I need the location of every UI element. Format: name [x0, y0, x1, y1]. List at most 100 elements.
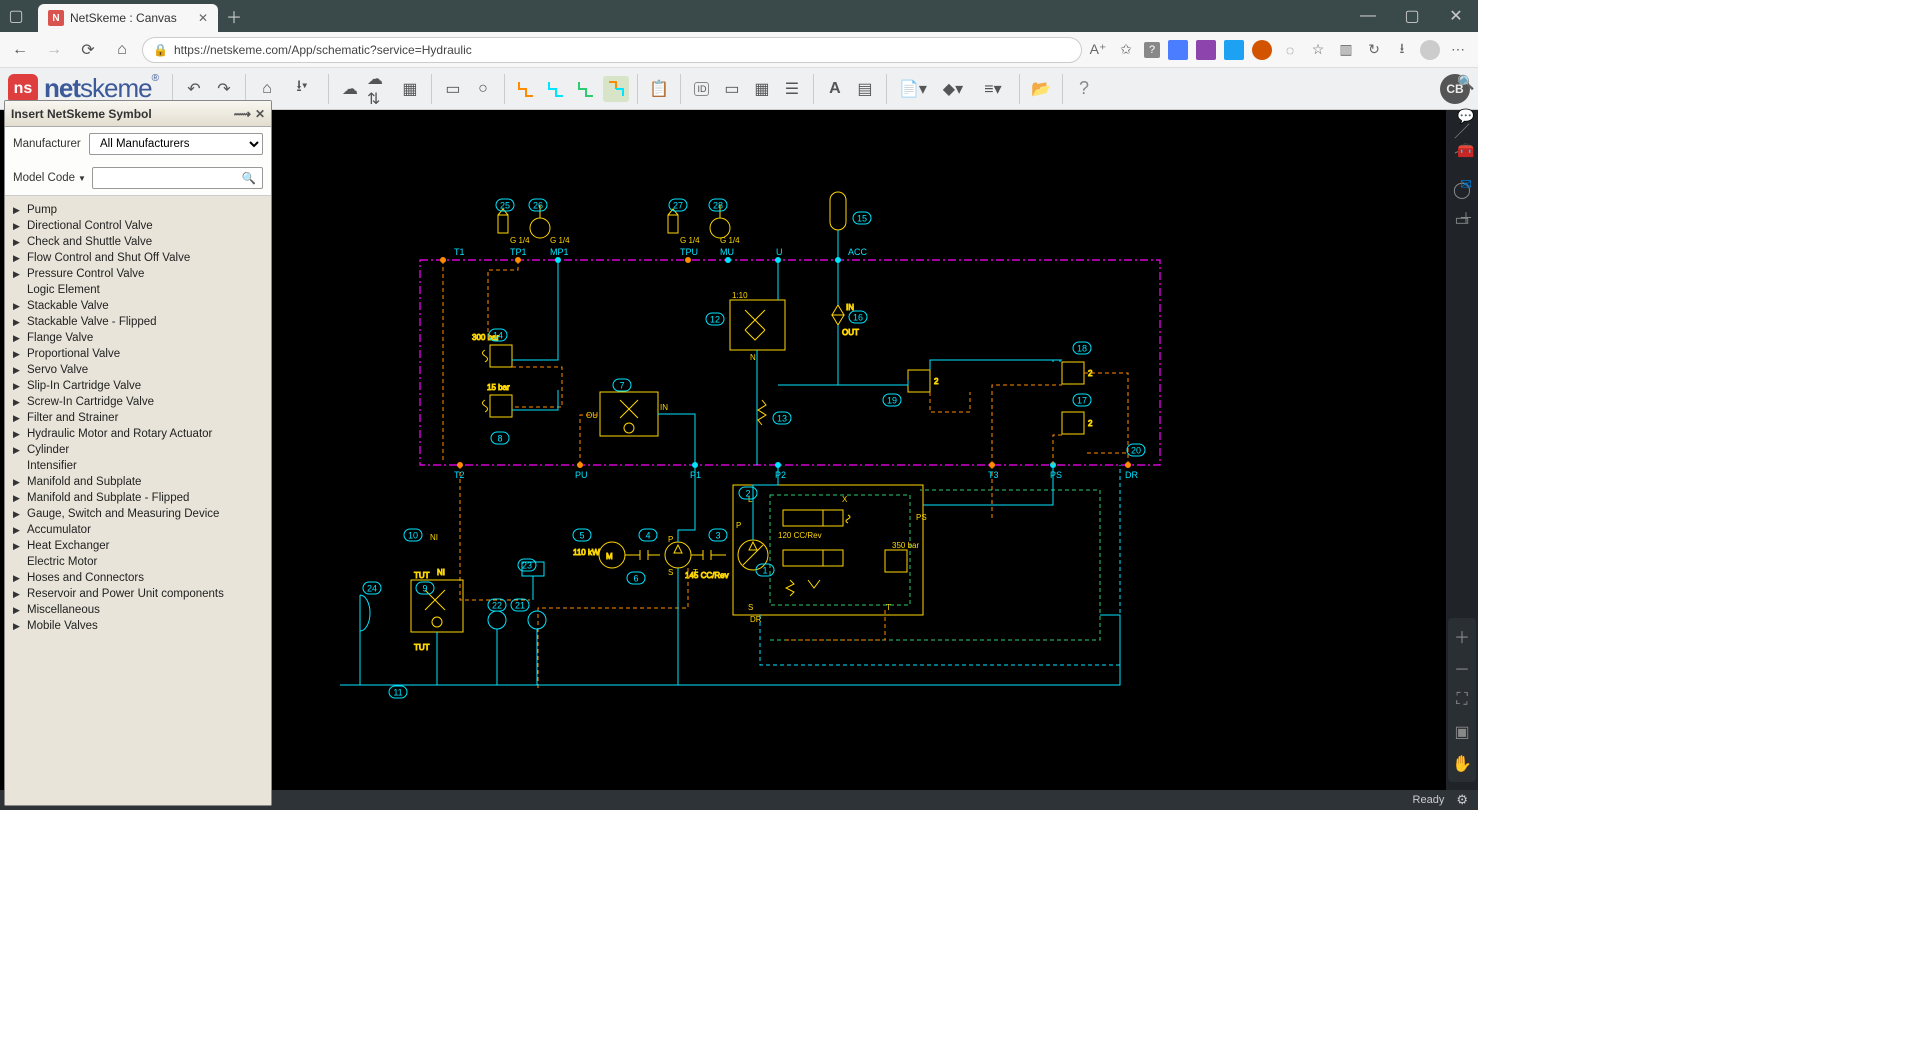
downloads-icon[interactable]: ⭳	[1392, 40, 1412, 60]
folder-open-button[interactable]: 📂	[1028, 76, 1054, 102]
wire-orange-button[interactable]	[513, 76, 539, 102]
manufacturer-select[interactable]: All Manufacturers	[89, 133, 263, 155]
ext-icon-4[interactable]	[1252, 40, 1272, 60]
collections-icon[interactable]: ▥	[1336, 40, 1356, 60]
zoom-window-icon[interactable]: ▣	[1450, 720, 1474, 744]
frame-button[interactable]: ▭	[719, 76, 745, 102]
form-button[interactable]: ☰	[779, 76, 805, 102]
category-item[interactable]: ▶Manifold and Subplate - Flipped	[9, 490, 267, 506]
category-item[interactable]: ▶Screw-In Cartridge Valve	[9, 394, 267, 410]
category-item[interactable]: ▶Slip-In Cartridge Valve	[9, 378, 267, 394]
pan-icon[interactable]: ✋	[1450, 752, 1474, 776]
ext-icon-5[interactable]: ◌	[1280, 40, 1300, 60]
wire-green-button[interactable]	[573, 76, 599, 102]
edge-search-icon[interactable]: 🔍	[1456, 72, 1476, 92]
settings-gear-icon[interactable]: ⚙	[1456, 792, 1468, 808]
favicon: N	[48, 10, 64, 26]
category-item[interactable]: ▶Pump	[9, 202, 267, 218]
wire-cyan-button[interactable]	[543, 76, 569, 102]
category-item[interactable]: ▶Filter and Strainer	[9, 410, 267, 426]
category-item[interactable]: ▶Logic Element	[9, 282, 267, 298]
refresh-button[interactable]: ⟳	[74, 36, 102, 64]
category-item[interactable]: ▶Proportional Valve	[9, 346, 267, 362]
undo-button[interactable]: ↶	[181, 76, 207, 102]
category-item[interactable]: ▶Stackable Valve - Flipped	[9, 314, 267, 330]
select-rect-button[interactable]: ▭	[440, 76, 466, 102]
category-item[interactable]: ▶Hoses and Connectors	[9, 570, 267, 586]
clipboard-button[interactable]: 📋	[646, 76, 672, 102]
close-panel-icon[interactable]: ✕	[255, 107, 265, 121]
category-item[interactable]: ▶Mobile Valves	[9, 618, 267, 634]
cloud-sync-button[interactable]: ☁⇅	[367, 76, 393, 102]
more-menu-icon[interactable]: ⋯	[1448, 40, 1468, 60]
table-button[interactable]: ▦	[749, 76, 775, 102]
category-item[interactable]: ▶Heat Exchanger	[9, 538, 267, 554]
redo-button[interactable]: ↷	[211, 76, 237, 102]
panel-title-bar[interactable]: Insert NetSkeme Symbol ⟿ ✕	[5, 101, 271, 127]
text-button[interactable]: A	[822, 76, 848, 102]
id-tag-button[interactable]: ID	[689, 76, 715, 102]
select-node-button[interactable]: ○	[470, 76, 496, 102]
help-button[interactable]: ?	[1071, 76, 1097, 102]
edge-chat-icon[interactable]: 💬	[1456, 106, 1476, 126]
new-tab-button[interactable]: ＋	[218, 0, 250, 32]
category-item[interactable]: ▶Hydraulic Motor and Rotary Actuator	[9, 426, 267, 442]
category-item[interactable]: ▶Pressure Control Valve	[9, 266, 267, 282]
ext-icon-1[interactable]	[1168, 40, 1188, 60]
back-button[interactable]: ←	[6, 36, 34, 64]
wire-multi-button[interactable]	[603, 76, 629, 102]
category-item[interactable]: ▶Miscellaneous	[9, 602, 267, 618]
tab-actions-button[interactable]: ▢	[0, 0, 32, 32]
category-item[interactable]: ▶Intensifier	[9, 458, 267, 474]
category-item[interactable]: ▶Flange Valve	[9, 330, 267, 346]
edge-outlook-icon[interactable]: ✉	[1456, 174, 1476, 194]
close-tab-icon[interactable]: ✕	[198, 11, 208, 25]
edge-add-icon[interactable]: ＋	[1456, 208, 1476, 228]
favorites-bar-icon[interactable]: ☆	[1308, 40, 1328, 60]
category-item[interactable]: ▶Manifold and Subplate	[9, 474, 267, 490]
category-item[interactable]: ▶Cylinder	[9, 442, 267, 458]
maximize-button[interactable]: ▢	[1390, 0, 1434, 32]
forward-button[interactable]: →	[40, 36, 68, 64]
cloud-save-button[interactable]: ☁	[337, 76, 363, 102]
modelcode-search-input[interactable]: 🔍	[92, 167, 263, 189]
category-item[interactable]: ▶Directional Control Valve	[9, 218, 267, 234]
browser-tab[interactable]: N NetSkeme : Canvas ✕	[38, 4, 218, 32]
category-label: Flange Valve	[27, 332, 93, 344]
category-item[interactable]: ▶Accumulator	[9, 522, 267, 538]
reader-icon[interactable]: A⁺	[1088, 40, 1108, 60]
home-icon-button[interactable]: ⌂	[254, 76, 280, 102]
pin-icon[interactable]: ⟿	[234, 107, 251, 121]
layers-button[interactable]: 📄▾	[895, 76, 931, 102]
url-field[interactable]: 🔒 https://netskeme.com/App/schematic?ser…	[142, 37, 1082, 63]
edge-tools-icon[interactable]: 🧰	[1456, 140, 1476, 160]
linestyle-button[interactable]: ≡▾	[975, 76, 1011, 102]
category-item[interactable]: ▶Servo Valve	[9, 362, 267, 378]
download-button[interactable]: ⭳▾	[284, 76, 320, 102]
minimize-button[interactable]: —	[1346, 0, 1390, 32]
category-item[interactable]: ▶Electric Motor	[9, 554, 267, 570]
zoom-in-icon[interactable]: ＋	[1450, 624, 1474, 648]
ext-icon-3[interactable]	[1224, 40, 1244, 60]
history-icon[interactable]: ↻	[1364, 40, 1384, 60]
category-item[interactable]: ▶Stackable Valve	[9, 298, 267, 314]
ext-icon-2[interactable]	[1196, 40, 1216, 60]
favorite-icon[interactable]: ✩	[1116, 40, 1136, 60]
profile-avatar[interactable]	[1420, 40, 1440, 60]
close-window-button[interactable]: ✕	[1434, 0, 1478, 32]
category-item[interactable]: ▶Gauge, Switch and Measuring Device	[9, 506, 267, 522]
category-item[interactable]: ▶Reservoir and Power Unit components	[9, 586, 267, 602]
category-label: Heat Exchanger	[27, 540, 109, 552]
home-button[interactable]: ⌂	[108, 36, 136, 64]
zoom-out-icon[interactable]: －	[1450, 656, 1474, 680]
category-item[interactable]: ▶Flow Control and Shut Off Valve	[9, 250, 267, 266]
zoom-fit-icon[interactable]: ⛶	[1450, 688, 1474, 712]
fill-button[interactable]: ◆▾	[935, 76, 971, 102]
modelcode-caret-icon[interactable]: ▼	[78, 174, 86, 183]
category-item[interactable]: ▶Check and Shuttle Valve	[9, 234, 267, 250]
spreadsheet-button[interactable]: ▤	[852, 76, 878, 102]
svg-text:28: 28	[713, 200, 723, 210]
grid-button[interactable]: ▦	[397, 76, 423, 102]
ext-help-icon[interactable]: ?	[1144, 42, 1160, 58]
category-label: Accumulator	[27, 524, 91, 536]
